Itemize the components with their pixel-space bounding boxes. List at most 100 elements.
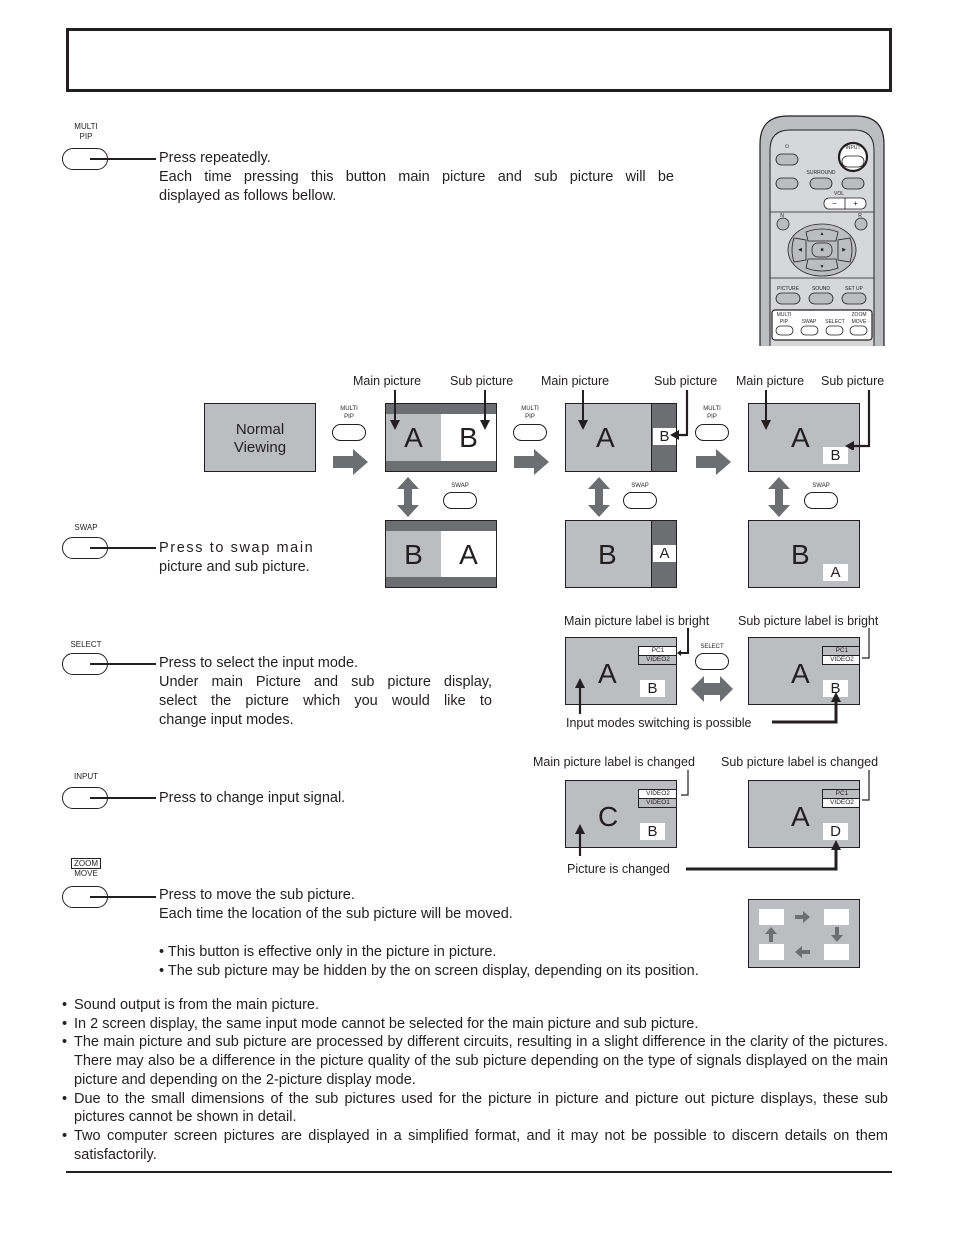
multi-pip-mini-button: [695, 424, 729, 441]
leader-line: [90, 896, 156, 898]
label-line: MOVE: [74, 869, 98, 878]
desc-line: select the picture which you would like …: [159, 693, 492, 709]
select-button-label: SELECT: [70, 640, 102, 649]
pointer-arrows: [575, 628, 689, 714]
main-picture-caption: Main picture: [541, 374, 610, 388]
desc-line: Press to swap main: [159, 540, 315, 556]
main-picture-caption: Main picture: [353, 374, 422, 388]
label-line: PIP: [344, 414, 354, 420]
note-item: Sound output is from the main picture.: [62, 996, 888, 1015]
leader-line: [90, 158, 156, 160]
sub-window-label: A: [823, 564, 848, 581]
swap-mini-label: SWAP: [631, 483, 649, 489]
leader-line: [90, 547, 156, 549]
input-button-label: INPUT: [74, 772, 98, 781]
remote-move-label: MOVE: [851, 319, 867, 325]
remote-r-label: R: [858, 213, 862, 219]
sub-picture-positions-diagram: [748, 899, 860, 968]
main-label-bright-caption: Main picture label is bright: [564, 614, 710, 628]
sub-window: A: [441, 531, 496, 577]
swap-mini-button: [443, 492, 477, 509]
vol-plus-icon: +: [853, 199, 858, 208]
pointer-arrows: [575, 770, 689, 856]
multi-pip-mini-label: MULTI PIP: [513, 405, 547, 421]
pointer-arrows: [390, 390, 490, 430]
position-top-left: [759, 909, 784, 925]
remote-picture-label: PICTURE: [777, 286, 799, 292]
desc-line: Press to change input signal.: [159, 790, 346, 806]
down-arrow-icon: ▼: [819, 264, 825, 270]
leader-line: [90, 663, 156, 665]
bottom-divider: [66, 1171, 892, 1173]
up-arrow-icon: ▲: [819, 231, 825, 237]
swap-mini-button: [804, 492, 838, 509]
picture-changed-caption: Picture is changed: [567, 862, 670, 876]
vol-minus-icon: −: [832, 199, 837, 208]
main-label-changed-caption: Main picture label is changed: [533, 755, 695, 769]
note-line: • The sub picture may be hidden by the o…: [159, 963, 699, 979]
remote-zoom-label: ZOOM: [851, 312, 867, 318]
label-line: PIP: [525, 414, 535, 420]
right-arrow-icon: ▶: [842, 247, 846, 253]
sub-window-label: A: [653, 545, 676, 562]
desc-line: displayed as follows bellow.: [159, 188, 337, 204]
right-arrow-icon: [333, 449, 368, 475]
remote-input-label: INPUT: [845, 145, 861, 151]
up-arrow-icon: [765, 927, 777, 942]
main-window-label: B: [598, 539, 617, 570]
left-arrow-icon: [795, 946, 810, 958]
main-picture-caption: Main picture: [736, 374, 805, 388]
multi-pip-button-label: MULTI PIP: [66, 122, 106, 142]
sub-window-label: A: [459, 539, 478, 570]
notes-list: Sound output is from the main picture. I…: [62, 996, 888, 1164]
normal-viewing-label: Viewing: [233, 439, 287, 456]
swap-arrow-icon: [768, 477, 790, 517]
remote-surround-label: SURROUND: [806, 170, 836, 176]
input-switching-caption: Input modes switching is possible: [566, 716, 752, 730]
remote-swap-label: SWAP: [801, 319, 817, 325]
desc-line: Each time pressing this button main pict…: [159, 169, 674, 185]
main-window: B: [386, 531, 441, 577]
pointer-arrows: [578, 390, 689, 440]
select-mini-button: [695, 653, 729, 670]
swap-button-label: SWAP: [74, 523, 98, 532]
desc-line: Press to select the input mode.: [159, 655, 359, 671]
note-line: • This button is effective only in the p…: [159, 944, 497, 960]
multi-pip-mini-button: [513, 424, 547, 441]
multi-pip-mini-label: MULTI PIP: [695, 405, 729, 421]
multi-pip-description: Press repeatedly. Each time pressing thi…: [159, 149, 674, 206]
position-bottom-right: [824, 944, 849, 960]
desc-line: Each time the location of the sub pictur…: [159, 906, 513, 922]
normal-viewing-screen: Normal Viewing: [204, 403, 316, 472]
main-window-label: B: [791, 539, 810, 570]
label-line: PIP: [707, 414, 717, 420]
remote-sound-label: SOUND: [811, 286, 831, 292]
position-top-right: [824, 909, 849, 925]
sub-picture-caption: Sub picture: [654, 374, 718, 388]
power-icon: ⏻: [785, 144, 789, 150]
zoom-move-button-label: ZOOM MOVE: [66, 858, 106, 879]
swapped-side-by-side-screen: B A: [385, 520, 497, 588]
remote-setup-label: SET UP: [845, 286, 863, 292]
select-description: Press to select the input mode. Under ma…: [159, 654, 492, 730]
sub-label-changed-caption: Sub picture label is changed: [721, 755, 879, 769]
normal-viewing-label: Normal: [235, 421, 285, 438]
note-item: In 2 screen display, the same input mode…: [62, 1015, 888, 1034]
sub-picture-caption: Sub picture: [821, 374, 885, 388]
label-line: MULTI: [74, 122, 98, 131]
left-arrow-icon: ◀: [798, 247, 802, 253]
pointer-arrows: [772, 628, 870, 724]
label-line: MULTI: [521, 406, 539, 412]
input-description: Press to change input signal.: [159, 789, 459, 808]
remote-select-label: SELECT: [825, 319, 845, 325]
desc-line: Under main Picture and sub picture displ…: [159, 674, 492, 690]
remote-control-illustration: ⏻ INPUT SURROUND VOL − + N R ▲ ▼ ◀ ▶ ■ P…: [758, 114, 886, 346]
desc-line: picture and sub picture.: [159, 559, 310, 575]
label-line: MULTI: [340, 406, 358, 412]
note-item: The main picture and sub picture are pro…: [62, 1033, 888, 1089]
multi-pip-mini-label: MULTI PIP: [332, 405, 366, 421]
swap-mini-label: SWAP: [812, 483, 830, 489]
remote-multi-label: MULTI: [776, 312, 792, 318]
pointer-arrows: [686, 770, 870, 871]
desc-line: change input modes.: [159, 712, 294, 728]
